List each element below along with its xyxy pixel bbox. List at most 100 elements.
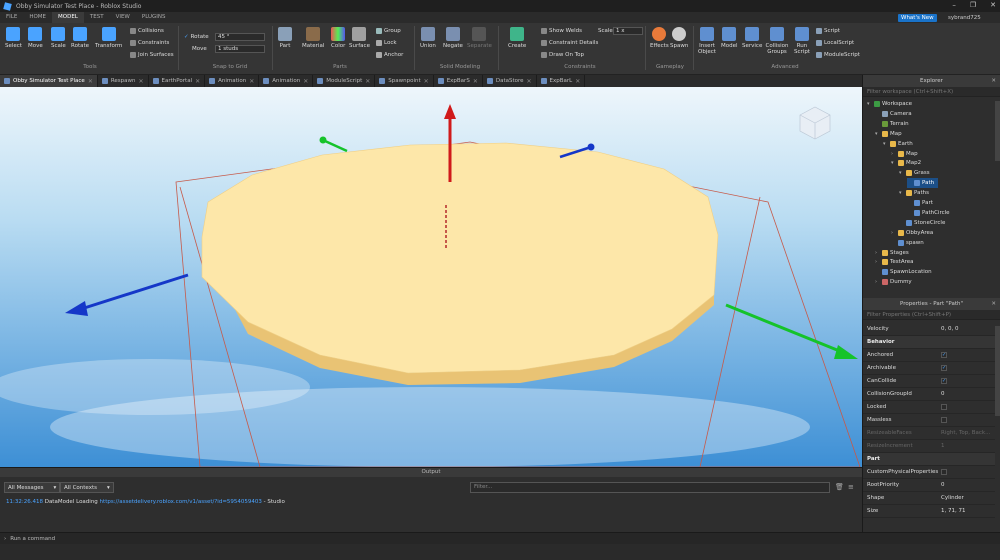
properties-filter-input[interactable]: Filter Properties (Ctrl+Shift+P) xyxy=(863,310,1000,320)
close-icon[interactable]: ✕ xyxy=(990,1,996,9)
expand-arrow-icon[interactable]: › xyxy=(875,279,880,285)
menu-tab-test[interactable]: TEST xyxy=(84,12,110,23)
properties-scrollbar[interactable] xyxy=(995,326,1000,416)
surface-button[interactable]: Surface xyxy=(349,27,370,49)
property-row[interactable]: Massless xyxy=(863,414,995,427)
expand-arrow-icon[interactable]: ▾ xyxy=(899,190,904,196)
command-input[interactable]: Run a command xyxy=(10,536,55,542)
group-button[interactable]: Group xyxy=(376,28,401,34)
union-button[interactable]: Union xyxy=(420,27,436,49)
command-bar[interactable]: › Run a command xyxy=(0,532,1000,544)
local-script-button[interactable]: LocalScript xyxy=(816,40,854,46)
document-tab[interactable]: Spawnpoint ✕ xyxy=(375,75,434,87)
expand-arrow-icon[interactable]: ▾ xyxy=(867,101,872,107)
expand-arrow-icon[interactable]: › xyxy=(875,250,880,256)
property-value[interactable]: 0 xyxy=(941,482,945,488)
close-tab-icon[interactable]: ✕ xyxy=(139,78,144,85)
whats-new-button[interactable]: What's New xyxy=(898,14,937,22)
property-checkbox[interactable] xyxy=(941,404,947,410)
document-tab[interactable]: Obby Simulator Test Place ✕ xyxy=(0,75,98,87)
explorer-item[interactable]: › ObbyArea xyxy=(891,228,933,238)
snap-rotate-input[interactable]: 45 ° xyxy=(215,33,265,41)
close-icon[interactable]: ✕ xyxy=(991,75,996,87)
explorer-item[interactable]: Part xyxy=(907,198,933,208)
insert-object-button[interactable]: Insert Object xyxy=(698,27,716,55)
collisions-toggle[interactable]: Collisions xyxy=(130,28,164,34)
transform-tool-button[interactable]: Transform xyxy=(95,27,122,49)
anchor-button[interactable]: Anchor xyxy=(376,52,403,58)
property-value[interactable]: 1, 71, 71 xyxy=(941,508,966,514)
document-tab[interactable]: ModuleScript ✕ xyxy=(313,75,376,87)
close-tab-icon[interactable]: ✕ xyxy=(249,78,254,85)
explorer-item[interactable]: ▾ Workspace xyxy=(867,99,912,109)
lock-button[interactable]: Lock xyxy=(376,40,397,46)
move-handle-right-tip[interactable] xyxy=(319,136,327,144)
property-value[interactable]: 1 xyxy=(941,443,945,449)
expand-arrow-icon[interactable]: › xyxy=(875,259,880,265)
property-checkbox[interactable] xyxy=(941,469,947,475)
expand-arrow-icon[interactable]: ▾ xyxy=(899,170,904,176)
property-row[interactable]: Velocity 0, 0, 0 xyxy=(863,323,995,336)
constraint-scale-input[interactable]: 1 x xyxy=(613,27,643,35)
separate-button[interactable]: Separate xyxy=(467,27,492,49)
close-tab-icon[interactable]: ✕ xyxy=(527,78,532,85)
expand-arrow-icon[interactable]: › xyxy=(891,230,896,236)
property-row[interactable]: RootPriority 0 xyxy=(863,479,995,492)
document-tab[interactable]: Animation ✕ xyxy=(259,75,314,87)
show-welds-toggle[interactable]: Show Welds xyxy=(541,28,582,34)
close-tab-icon[interactable]: ✕ xyxy=(473,78,478,85)
rotate-tool-button[interactable]: Rotate xyxy=(71,27,89,49)
contexts-filter-select[interactable]: All Contexts ▾ xyxy=(60,482,114,493)
model-button[interactable]: Model xyxy=(721,27,738,49)
spawn-button[interactable]: Spawn xyxy=(670,27,688,49)
draw-on-top-toggle[interactable]: Draw On Top xyxy=(541,52,584,58)
explorer-item[interactable]: › TestArea xyxy=(875,257,914,267)
close-tab-icon[interactable]: ✕ xyxy=(303,78,308,85)
property-row[interactable]: CustomPhysicalProperties xyxy=(863,466,995,479)
explorer-item[interactable]: Terrain xyxy=(875,119,909,129)
explorer-item[interactable]: ▾ Grass xyxy=(899,168,930,178)
move-tool-button[interactable]: Move xyxy=(28,27,43,49)
clear-output-icon[interactable]: 🗑 xyxy=(835,483,844,491)
property-checkbox[interactable]: ✓ xyxy=(941,365,947,371)
explorer-item[interactable]: ▾ Map xyxy=(875,129,902,139)
explorer-item[interactable]: Camera xyxy=(875,109,912,119)
property-row[interactable]: CollisionGroupId 0 xyxy=(863,388,995,401)
color-button[interactable]: Color xyxy=(331,27,345,49)
menu-tab-view[interactable]: VIEW xyxy=(110,12,136,23)
explorer-item[interactable]: spawn xyxy=(891,238,924,248)
property-row[interactable]: Locked xyxy=(863,401,995,414)
document-tab[interactable]: ExpBarS ✕ xyxy=(434,75,483,87)
document-tab[interactable]: ExpBarL ✕ xyxy=(537,75,586,87)
material-button[interactable]: Material xyxy=(302,27,324,49)
property-checkbox[interactable]: ✓ xyxy=(941,352,947,358)
property-value[interactable]: Cylinder xyxy=(941,495,964,501)
explorer-item[interactable]: › Stages xyxy=(875,248,909,258)
menu-tab-home[interactable]: HOME xyxy=(23,12,52,23)
3d-viewport[interactable] xyxy=(0,87,862,467)
close-tab-icon[interactable]: ✕ xyxy=(195,78,200,85)
output-filter-input[interactable]: Filter... xyxy=(470,482,830,493)
minimize-icon[interactable]: – xyxy=(952,1,956,9)
username-label[interactable]: sybrand725 xyxy=(948,15,981,21)
join-surfaces-toggle[interactable]: Join Surfaces xyxy=(130,52,174,58)
collision-groups-button[interactable]: Collision Groups xyxy=(765,27,789,55)
menu-tab-model[interactable]: MODEL xyxy=(52,12,84,23)
messages-filter-select[interactable]: All Messages ▾ xyxy=(4,482,61,493)
script-button[interactable]: Script xyxy=(816,28,840,34)
document-tab[interactable]: Animation ✕ xyxy=(205,75,260,87)
explorer-item[interactable]: ▾ Map2 xyxy=(891,158,921,168)
expand-arrow-icon[interactable]: ▾ xyxy=(883,141,888,147)
property-row[interactable]: Size 1, 71, 71 xyxy=(863,505,995,518)
explorer-item[interactable]: StoneCircle xyxy=(899,218,945,228)
expand-arrow-icon[interactable]: ▾ xyxy=(875,131,880,137)
output-menu-icon[interactable]: ≡ xyxy=(848,483,854,491)
expand-arrow-icon[interactable]: › xyxy=(891,151,896,157)
negate-button[interactable]: Negate xyxy=(443,27,463,49)
explorer-item[interactable]: SpawnLocation xyxy=(875,267,932,277)
explorer-item[interactable]: PathCircle xyxy=(907,208,950,218)
close-tab-icon[interactable]: ✕ xyxy=(365,78,370,85)
property-row[interactable]: Anchored ✓ xyxy=(863,349,995,362)
close-tab-icon[interactable]: ✕ xyxy=(575,78,580,85)
service-button[interactable]: Service xyxy=(742,27,762,49)
